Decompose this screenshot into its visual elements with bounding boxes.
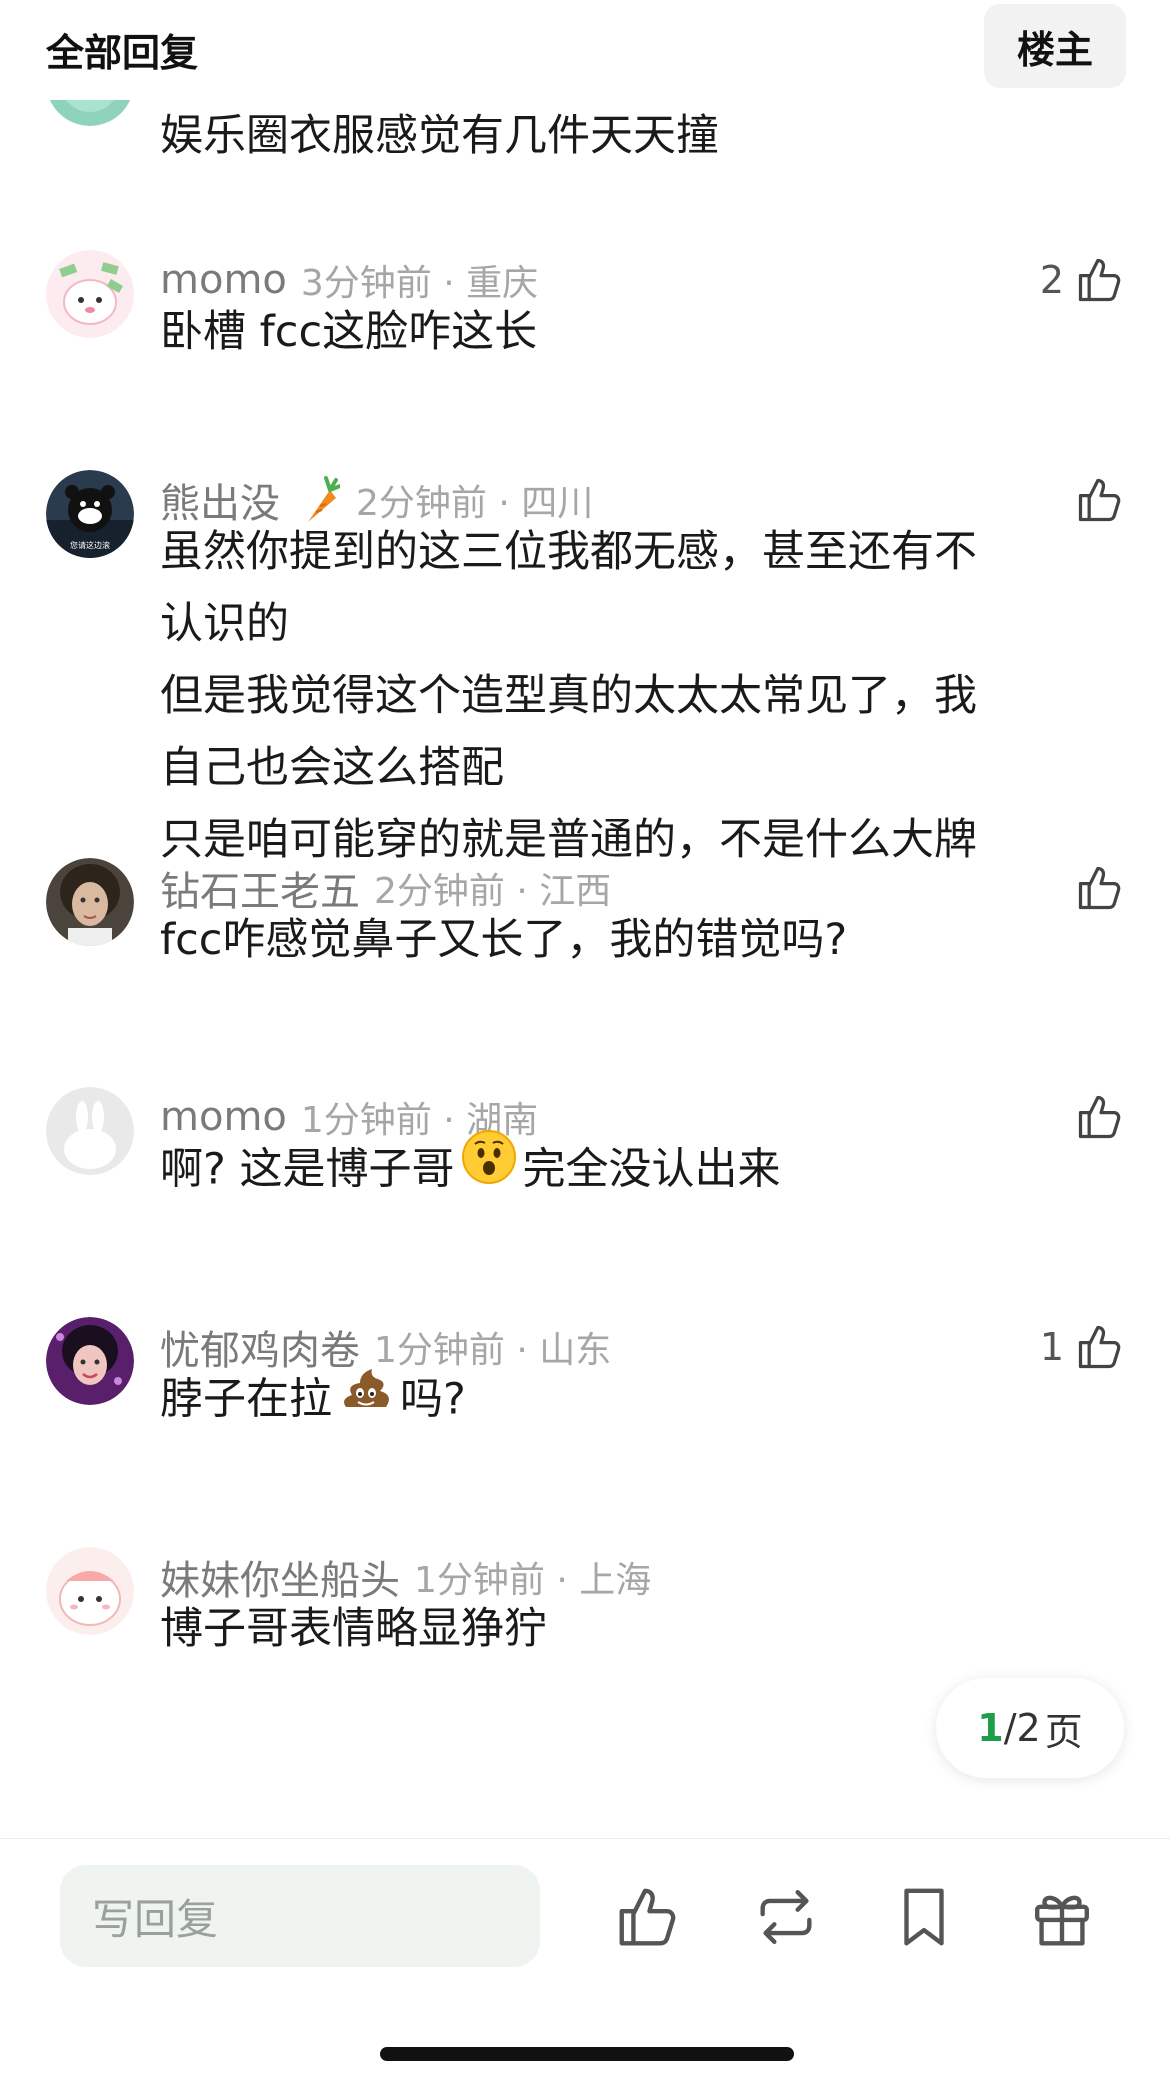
avatar[interactable]: [46, 1317, 134, 1405]
page-title: 全部回复: [46, 31, 199, 75]
gift-icon[interactable]: [1020, 1875, 1104, 1959]
comment-item: 钻石王老五 2分钟前 · 江西 fcc咋感觉鼻子又长了，我的错觉吗?: [0, 858, 1170, 1088]
comment-text: 虽然你提到的这三位我都无感，甚至还有不: [160, 527, 977, 577]
comment-text: 娱乐圈衣服感觉有几件天天撞: [160, 111, 719, 161]
comment-body: 啊? 这是博子哥 完全没认出来: [160, 1130, 1100, 1211]
reply-input[interactable]: 写回复: [60, 1865, 540, 1967]
comment-text: 但是我觉得这个造型真的太太太常见了，我: [160, 671, 977, 721]
avatar[interactable]: 您请这边滚: [46, 470, 134, 558]
avatar[interactable]: [46, 1547, 134, 1635]
page-unit: 页: [1044, 1709, 1083, 1754]
avatar[interactable]: [46, 100, 134, 126]
comment-body: 卧槽 fcc这脸咋这长: [160, 296, 1100, 368]
comment-body: 博子哥表情略显狰狞: [160, 1593, 1100, 1665]
page-total: /2: [1003, 1706, 1041, 1750]
bottom-action-bar: 写回复: [0, 1838, 1170, 2085]
poop-emoji: [338, 1359, 394, 1437]
comment-text: 脖子在拉: [160, 1374, 332, 1425]
comment-text: 完全没认出来: [522, 1144, 781, 1195]
comment-body: fcc咋感觉鼻子又长了，我的错觉吗?: [160, 904, 1100, 976]
comment-body: 脖子在拉 吗?: [160, 1363, 1100, 1441]
comment-text: 卧槽 fcc这脸咋这长: [160, 307, 538, 357]
avatar[interactable]: [46, 858, 134, 946]
avatar-caption: 您请这边滚: [70, 540, 110, 550]
comment-text: fcc咋感觉鼻子又长了，我的错觉吗?: [160, 915, 848, 965]
comment-text: 吗?: [400, 1374, 466, 1425]
comment-text: 认识的: [160, 599, 289, 649]
comment-text: 自己也会这么搭配: [160, 743, 504, 793]
comment-list[interactable]: 娱乐圈衣服感觉有几件天天撞 momo 3分钟前 · 重庆 2 卧槽 fcc这脸咋…: [0, 100, 1170, 1838]
comment-item: momo 3分钟前 · 重庆 2 卧槽 fcc这脸咋这长: [0, 250, 1170, 470]
bookmark-icon[interactable]: [882, 1875, 966, 1959]
page-current: 1: [977, 1706, 1004, 1750]
page-indicator[interactable]: 1/2 页: [936, 1678, 1124, 1778]
comment-text: 啊? 这是博子哥: [160, 1144, 455, 1195]
home-indicator[interactable]: [380, 2047, 794, 2061]
comment-body: 虽然你提到的这三位我都无感，甚至还有不 认识的 但是我觉得这个造型真的太太太常见…: [160, 516, 1100, 876]
avatar[interactable]: [46, 250, 134, 338]
comment-item: 娱乐圈衣服感觉有几件天天撞: [0, 100, 1170, 250]
avatar[interactable]: [46, 1087, 134, 1175]
repost-icon[interactable]: [744, 1875, 828, 1959]
thumbs-up-icon[interactable]: [606, 1875, 690, 1959]
header: 全部回复 楼主: [0, 0, 1170, 100]
comment-text: 博子哥表情略显狰狞: [160, 1604, 547, 1654]
comment-item: 您请这边滚 熊出没 2分钟前 · 四川 虽然你提到的这三位我都无感，甚至还有不 …: [0, 470, 1170, 865]
op-only-button[interactable]: 楼主: [984, 4, 1126, 88]
comment-item: 忧郁鸡肉卷 1分钟前 · 山东 1 脖子在拉 吗?: [0, 1317, 1170, 1547]
comment-body: 娱乐圈衣服感觉有几件天天撞: [160, 100, 1100, 172]
comment-item: momo 1分钟前 · 湖南 啊? 这是博子哥 完全没认出来: [0, 1087, 1170, 1317]
surprised-face-emoji: [461, 1129, 517, 1207]
